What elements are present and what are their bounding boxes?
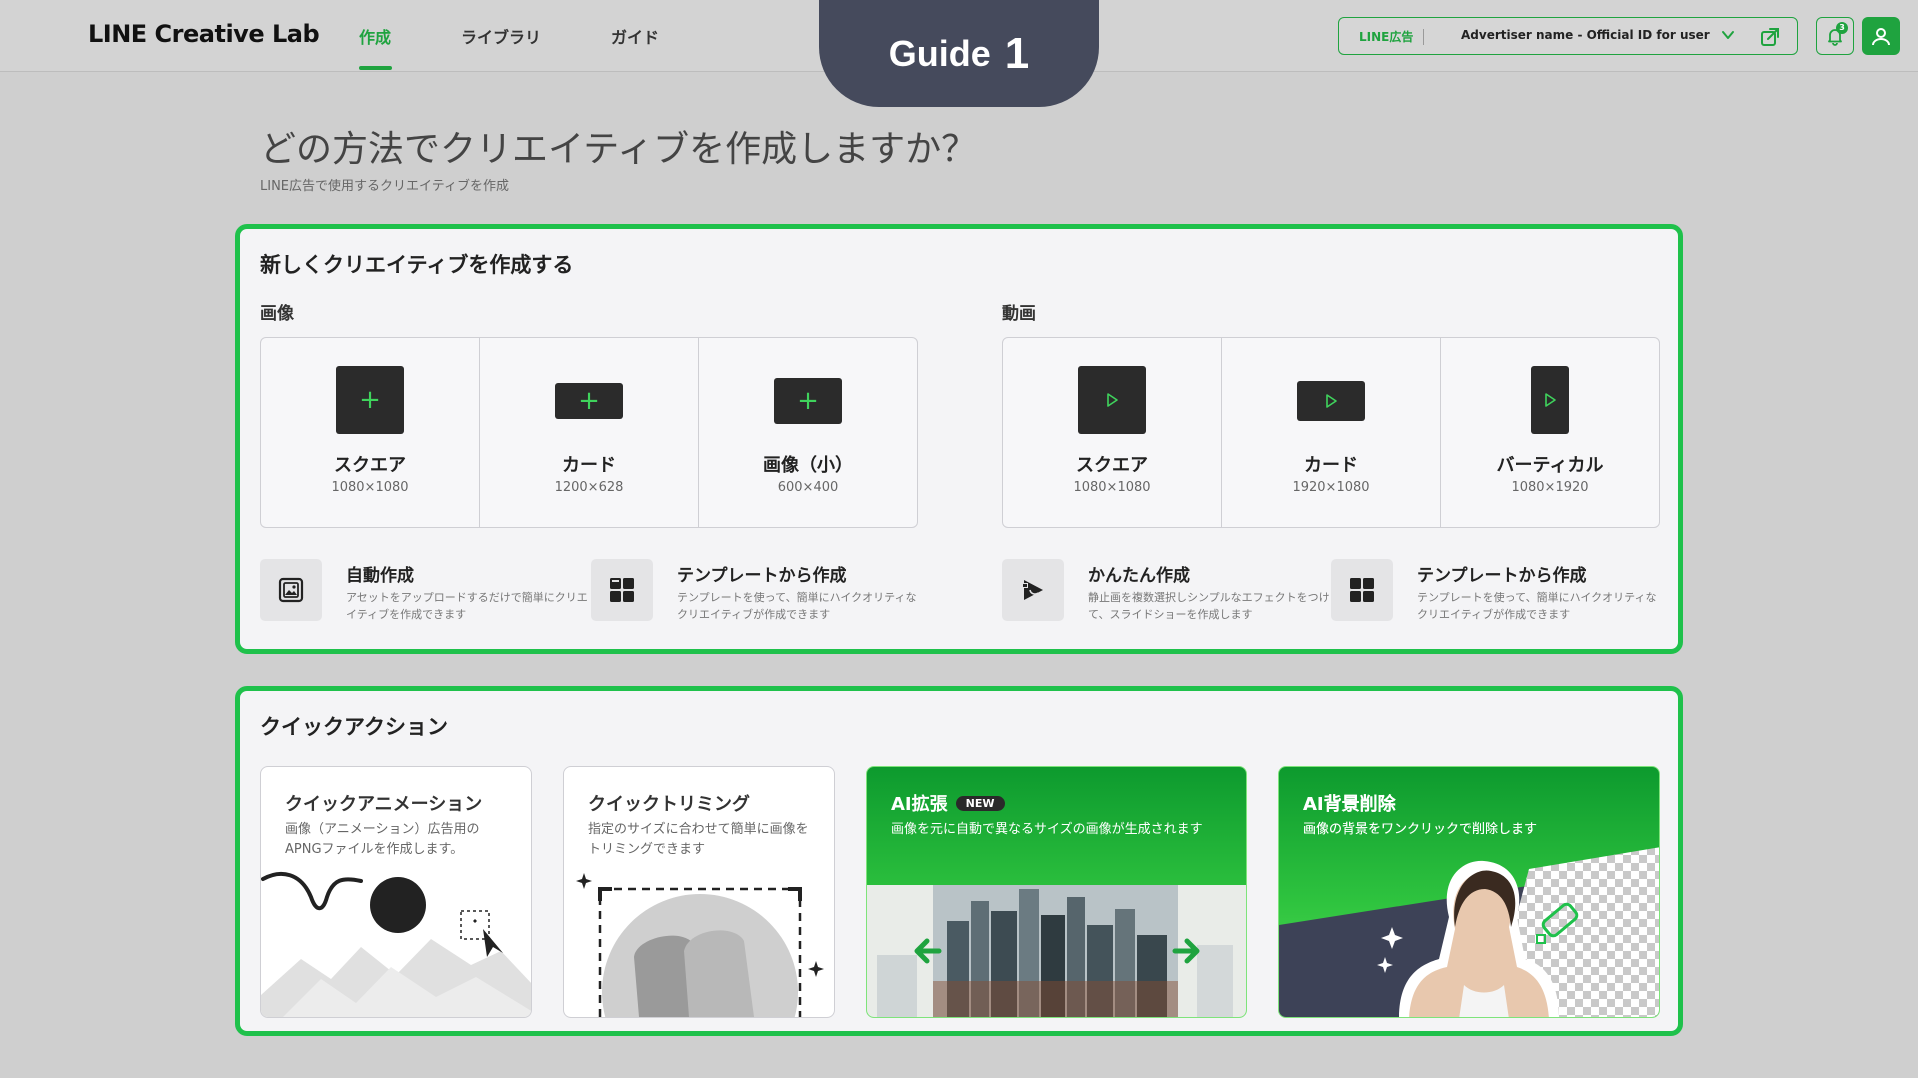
option-title: かんたん作成 bbox=[1088, 566, 1190, 586]
page-title: どの方法でクリエイティブを作成しますか？ bbox=[260, 129, 978, 170]
card-title: AI拡張 NEW bbox=[891, 790, 1005, 816]
card-title-overlay: AI背景削除 bbox=[1303, 794, 1396, 815]
play-icon bbox=[1078, 366, 1146, 434]
guide-label: Guide bbox=[888, 32, 991, 74]
format-name: 画像（小） bbox=[763, 455, 853, 476]
card-desc: 画像（アニメーション）広告用のAPNGファイルを作成します。 bbox=[285, 822, 480, 857]
nav-tab-guide[interactable]: ガイド bbox=[611, 24, 659, 48]
template-grid-icon bbox=[591, 559, 653, 621]
template-grid-icon bbox=[1331, 559, 1393, 621]
quick-action-panel: クイックアクション クイックアニメーション 画像（アニメーション）広告用のAPN… bbox=[235, 686, 1683, 1036]
create-panel-title: 新しくクリエイティブを作成する bbox=[260, 253, 574, 277]
chevron-down-icon[interactable] bbox=[1719, 26, 1737, 44]
format-size: 1080×1080 bbox=[1073, 480, 1151, 495]
card-title-text: AI拡張 bbox=[891, 794, 948, 815]
format-name: バーティカル bbox=[1496, 455, 1604, 476]
quick-trimming-card[interactable]: クイックトリミング 指定のサイズに合わせて簡単に画像をトリミングできます bbox=[563, 766, 835, 1018]
play-icon bbox=[1297, 381, 1365, 421]
notifications-button[interactable]: 3 bbox=[1816, 17, 1854, 55]
easy-video-option[interactable]: かんたん作成 静止画を複数選択しシンプルなエフェクトをつけて、スライドショーを作… bbox=[1002, 559, 1332, 625]
card-title: クイックアニメーション bbox=[285, 794, 483, 815]
create-new-panel: 新しくクリエイティブを作成する 画像 + スクエア 1080×1080 + カー… bbox=[235, 224, 1683, 654]
format-name: カード bbox=[1304, 455, 1358, 476]
format-size: 1920×1080 bbox=[1292, 480, 1370, 495]
plus-icon: + bbox=[336, 366, 404, 434]
option-desc: テンプレートを使って、簡単にハイクオリティなクリエイティブが作成できます bbox=[677, 591, 917, 621]
active-tab-indicator bbox=[359, 66, 392, 70]
card-desc: 画像を元に自動で異なるサイズの画像が生成されます bbox=[891, 822, 1203, 837]
account-selector[interactable]: LINE広告 Advertiser name - Official ID for… bbox=[1338, 17, 1798, 55]
ai-bg-remove-card[interactable]: AI背景削除 画像の背景をワンクリックで削除します AI背景削除 画像の背景をワ… bbox=[1278, 766, 1660, 1018]
user-icon bbox=[1872, 28, 1890, 46]
video-section-label: 動画 bbox=[1002, 304, 1036, 324]
video-template-option[interactable]: テンプレートから作成 テンプレートを使って、簡単にハイクオリティなクリエイティブ… bbox=[1331, 559, 1661, 625]
format-size: 1080×1080 bbox=[331, 480, 409, 495]
video-format-group: スクエア 1080×1080 カード 1920×1080 バーティカル 1080… bbox=[1002, 337, 1660, 528]
trimming-illustration bbox=[576, 873, 824, 1017]
option-desc: テンプレートを使って、簡単にハイクオリティなクリエイティブが作成できます bbox=[1417, 591, 1657, 621]
new-badge: NEW bbox=[955, 796, 1005, 811]
format-name: スクエア bbox=[334, 455, 406, 476]
nav-tab-library[interactable]: ライブラリ bbox=[461, 24, 541, 48]
quick-panel-title: クイックアクション bbox=[260, 715, 448, 739]
card-desc-overlay: 画像の背景をワンクリックで削除します bbox=[1303, 822, 1538, 837]
format-size: 1200×628 bbox=[554, 480, 624, 495]
account-name: Advertiser name - Official ID for user bbox=[1461, 28, 1710, 42]
video-format-card[interactable]: カード 1920×1080 bbox=[1222, 338, 1441, 527]
image-template-option[interactable]: テンプレートから作成 テンプレートを使って、簡単にハイクオリティなクリエイティブ… bbox=[591, 559, 921, 625]
guide-number: 1 bbox=[1004, 28, 1030, 78]
easy-video-icon bbox=[1002, 559, 1064, 621]
account-channel-label: LINE広告 bbox=[1359, 30, 1414, 44]
option-title: テンプレートから作成 bbox=[677, 566, 847, 586]
plus-icon: + bbox=[555, 383, 623, 419]
format-name: スクエア bbox=[1076, 455, 1148, 476]
auto-create-option[interactable]: 自動作成 アセットをアップロードするだけで簡単にクリエイティブを作成できます bbox=[260, 559, 590, 625]
page-subtitle: LINE広告で使用するクリエイティブを作成 bbox=[260, 179, 509, 194]
ai-expand-card[interactable]: AI拡張 NEW 画像を元に自動で異なるサイズの画像が生成されます bbox=[866, 766, 1247, 1018]
image-format-card[interactable]: + カード 1200×628 bbox=[480, 338, 699, 527]
option-title: テンプレートから作成 bbox=[1417, 566, 1587, 586]
video-format-vertical[interactable]: バーティカル 1080×1920 bbox=[1441, 338, 1659, 527]
option-title: 自動作成 bbox=[346, 566, 414, 586]
image-section-label: 画像 bbox=[260, 304, 294, 324]
animation-illustration bbox=[261, 871, 531, 1017]
image-format-small[interactable]: + 画像（小） 600×400 bbox=[699, 338, 917, 527]
external-link-icon[interactable] bbox=[1759, 26, 1781, 48]
nav-tab-create[interactable]: 作成 bbox=[359, 24, 391, 48]
quick-animation-card[interactable]: クイックアニメーション 画像（アニメーション）広告用のAPNGファイルを作成しま… bbox=[260, 766, 532, 1018]
notification-count-badge: 3 bbox=[1836, 22, 1848, 34]
plus-icon: + bbox=[774, 378, 842, 424]
account-divider bbox=[1423, 29, 1424, 45]
app-logo[interactable]: LINE Creative Lab bbox=[88, 20, 320, 48]
format-size: 600×400 bbox=[777, 480, 839, 495]
card-title: クイックトリミング bbox=[588, 794, 750, 815]
image-format-square[interactable]: + スクエア 1080×1080 bbox=[261, 338, 480, 527]
ai-expand-illustration bbox=[867, 885, 1246, 1017]
option-desc: アセットをアップロードするだけで簡単にクリエイティブを作成できます bbox=[346, 591, 588, 621]
play-icon bbox=[1531, 366, 1569, 434]
format-name: カード bbox=[562, 455, 616, 476]
format-size: 1080×1920 bbox=[1511, 480, 1589, 495]
user-menu-button[interactable] bbox=[1862, 17, 1900, 55]
guide-step-badge: Guide 1 bbox=[819, 0, 1099, 107]
video-format-square[interactable]: スクエア 1080×1080 bbox=[1003, 338, 1222, 527]
auto-image-icon bbox=[260, 559, 322, 621]
image-format-group: + スクエア 1080×1080 + カード 1200×628 + 画像（小） … bbox=[260, 337, 918, 528]
card-desc: 指定のサイズに合わせて簡単に画像をトリミングできます bbox=[588, 822, 809, 857]
option-desc: 静止画を複数選択しシンプルなエフェクトをつけて、スライドショーを作成します bbox=[1088, 591, 1330, 621]
